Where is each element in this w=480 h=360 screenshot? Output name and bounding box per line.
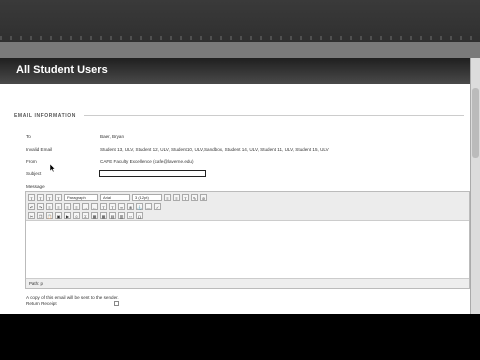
toolbar-texture bbox=[0, 36, 480, 40]
toolbar-row-3: ✂ ❐ 📋 ▣ ▶ ☺ Σ ▦ ▦ ▤ ▥ ‹› {} bbox=[28, 211, 143, 220]
title-band: All Student Users bbox=[0, 58, 470, 84]
editor-path-bar: Path: p bbox=[26, 278, 469, 288]
email-page: All Student Users EMAIL INFORMATION To B… bbox=[0, 58, 470, 314]
page-top-strip bbox=[0, 42, 480, 58]
align-left-icon[interactable]: ≡ bbox=[46, 203, 53, 210]
scrollbar-thumb[interactable] bbox=[472, 88, 479, 158]
subject-label: Subject bbox=[26, 171, 42, 176]
bold-icon[interactable]: T bbox=[37, 194, 44, 201]
toolbar-row-1: T T T T Paragraph Arial 3 (12pt) ≡ ≡ T ✎… bbox=[28, 193, 207, 202]
to-label: To bbox=[26, 134, 31, 139]
copy-note: A copy of this email will be sent to the… bbox=[26, 295, 119, 300]
clear-format-icon[interactable]: ⊘ bbox=[200, 194, 207, 201]
undo-icon[interactable]: ↶ bbox=[28, 203, 35, 210]
bottom-letterbox bbox=[0, 314, 480, 360]
from-label: From bbox=[26, 159, 37, 164]
subject-input[interactable] bbox=[99, 170, 206, 177]
media-icon[interactable]: ▶ bbox=[64, 212, 71, 219]
size-select[interactable]: 3 (12pt) bbox=[132, 194, 162, 201]
table-props-icon[interactable]: ▦ bbox=[100, 212, 107, 219]
spell-icon[interactable]: ✓ bbox=[154, 203, 161, 210]
invalid-email-value: Student 13, ULV, Student 12, ULV, Studen… bbox=[100, 147, 329, 152]
toolbar-row-2: ↶ ↷ ≡ ≡ ≡ ≡ → ← T T ∞ ⊗ ⚓ — ✓ bbox=[28, 202, 161, 211]
css-icon[interactable]: {} bbox=[136, 212, 143, 219]
bulleted-list-icon[interactable]: ≡ bbox=[164, 194, 171, 201]
message-body-textarea[interactable] bbox=[26, 221, 469, 278]
column-icon[interactable]: ▥ bbox=[118, 212, 125, 219]
redo-icon[interactable]: ↷ bbox=[37, 203, 44, 210]
outdent-icon[interactable]: ← bbox=[91, 203, 98, 210]
from-value: CAFE Faculty Excellence (cafe@laverne.ed… bbox=[100, 159, 194, 164]
strikethrough-icon[interactable]: T bbox=[55, 194, 62, 201]
to-value: Baer, Bryan bbox=[100, 134, 125, 139]
editor-toolbar: T T T T Paragraph Arial 3 (12pt) ≡ ≡ T ✎… bbox=[26, 192, 469, 221]
paste-icon[interactable]: 📋 bbox=[46, 212, 53, 219]
mouse-cursor-icon bbox=[50, 164, 56, 173]
section-divider bbox=[84, 115, 464, 116]
font-select[interactable]: Arial bbox=[100, 194, 130, 201]
superscript-icon[interactable]: T bbox=[100, 203, 107, 210]
return-receipt-label: Return Receipt bbox=[26, 301, 57, 306]
equation-icon[interactable]: Σ bbox=[82, 212, 89, 219]
hr-icon[interactable]: — bbox=[145, 203, 152, 210]
subscript-icon[interactable]: T bbox=[109, 203, 116, 210]
format-select[interactable]: Paragraph bbox=[64, 194, 98, 201]
justify-icon[interactable]: ≡ bbox=[73, 203, 80, 210]
numbered-list-icon[interactable]: ≡ bbox=[173, 194, 180, 201]
unlink-icon[interactable]: ⊗ bbox=[127, 203, 134, 210]
row-icon[interactable]: ▤ bbox=[109, 212, 116, 219]
text-format-icon[interactable]: T bbox=[28, 194, 35, 201]
align-right-icon[interactable]: ≡ bbox=[64, 203, 71, 210]
anchor-icon[interactable]: ⚓ bbox=[136, 203, 143, 210]
text-color-icon[interactable]: T bbox=[182, 194, 189, 201]
message-label: Message bbox=[26, 184, 45, 189]
emoticon-icon[interactable]: ☺ bbox=[73, 212, 80, 219]
section-heading: EMAIL INFORMATION bbox=[14, 113, 76, 119]
highlight-icon[interactable]: ✎ bbox=[191, 194, 198, 201]
image-icon[interactable]: ▣ bbox=[55, 212, 62, 219]
browser-chrome bbox=[0, 0, 480, 58]
copy-icon[interactable]: ❐ bbox=[37, 212, 44, 219]
indent-icon[interactable]: → bbox=[82, 203, 89, 210]
align-center-icon[interactable]: ≡ bbox=[55, 203, 62, 210]
italic-icon[interactable]: T bbox=[46, 194, 53, 201]
return-receipt-checkbox[interactable] bbox=[114, 301, 119, 306]
table-icon[interactable]: ▦ bbox=[91, 212, 98, 219]
link-icon[interactable]: ∞ bbox=[118, 203, 125, 210]
cut-icon[interactable]: ✂ bbox=[28, 212, 35, 219]
invalid-email-label: Invalid Email bbox=[26, 147, 53, 152]
message-editor: T T T T Paragraph Arial 3 (12pt) ≡ ≡ T ✎… bbox=[25, 191, 470, 289]
scrollbar[interactable] bbox=[470, 58, 480, 314]
html-icon[interactable]: ‹› bbox=[127, 212, 134, 219]
page-title: All Student Users bbox=[16, 64, 108, 76]
